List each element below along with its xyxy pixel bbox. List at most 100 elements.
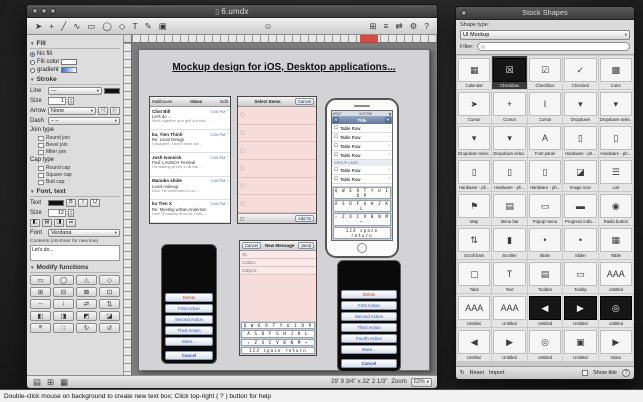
text-tool-icon[interactable]: T [131,21,138,32]
shape-cell[interactable]: ▭ Tooltip [563,260,597,293]
modify-icon-button[interactable]: ⊡ [99,287,120,297]
shape-cell[interactable]: ▯ Hardware - ph... [457,158,491,191]
no-fill-option[interactable]: No fill [30,51,120,57]
modify-icon-button[interactable]: ≡ [30,323,51,333]
pages-icon[interactable]: ▦ [59,377,69,388]
align-left-button[interactable]: ◧ [30,219,40,227]
smiley-shape-icon[interactable]: ☺ [263,21,274,32]
cap-type-option[interactable]: Butt cap [38,179,120,185]
mail-list-mockup[interactable]: Mailboxes Inbox Edit Clint Bill3:00 PM› … [149,96,231,224]
modify-icon-button[interactable]: ⊠ [76,287,97,297]
filter-search-input[interactable]: ◎ [477,42,630,51]
shape-type-dropdown[interactable]: UI Mockup▾ [460,30,630,40]
shape-cell[interactable]: ▭ Popup menu [528,192,562,225]
phone-action-sheet-mockup-2[interactable]: DeleteFirst ActionSecond ActionThird Act… [337,260,401,372]
rectangle-tool-icon[interactable]: ▭ [86,21,96,32]
grid-toggle-icon[interactable]: ⊞ [368,21,377,32]
refresh-icon[interactable]: ↻ [460,370,465,376]
shape-cell[interactable]: ☒ Checkbox [492,56,526,89]
shape-cell[interactable]: ▶ Video [599,328,633,361]
modify-icon-button[interactable]: ↕ [53,299,74,309]
shape-cell[interactable]: ▾ Dropdown selec... [599,90,633,123]
shape-cell[interactable]: ▯ Hardware - ph... [563,124,597,157]
fill-color-swatch[interactable] [61,59,77,65]
gradient-option[interactable]: gradient [30,67,120,73]
font-family-dropdown[interactable]: Verdana▾ [48,229,120,237]
settings-icon[interactable]: ⚙ [409,21,419,32]
grid-view-icon[interactable]: ⊞ [46,377,55,388]
shape-cell[interactable]: ◀ Untitled [457,328,491,361]
shape-cell[interactable]: ▯ Hardware - ph... [528,158,562,191]
modify-section-header[interactable]: ▼Modify functions [30,263,120,273]
shape-cell[interactable]: ▦ Calendar [457,56,491,89]
modify-icon-button[interactable]: △ [76,275,97,285]
phone-action-sheet-mockup-1[interactable]: DeleteFirst ActionSecond ActionThird Act… [161,244,217,364]
arrow-end-button[interactable]: ▷ [110,107,120,115]
modify-icon-button[interactable]: ◇ [99,275,120,285]
pen-tool-icon[interactable]: ✎ [144,21,153,32]
modify-icon-button[interactable]: ∷ [53,323,74,333]
shape-cell[interactable]: ⚑ Map [457,192,491,225]
iphone-mockup[interactable]: AT&T3:27 PM▮ <Title+ ☐Table Row›☐Table R… [325,98,399,258]
shape-cell[interactable]: ◎ Untitled [599,294,633,327]
shape-cell[interactable]: AAA Untitled [599,260,633,293]
join-type-option[interactable]: Round join [38,135,120,141]
arrow-dropdown[interactable]: None▾ [48,107,96,115]
close-button[interactable] [32,8,38,14]
shape-cell[interactable]: ▶ Untitled [563,294,597,327]
shape-cell[interactable]: ☰ List [599,158,633,191]
modify-icon-button[interactable]: ◩ [76,311,97,321]
ellipse-tool-icon[interactable]: ◯ [101,21,113,32]
shape-cell[interactable]: A Font panel [528,124,562,157]
shape-cell[interactable]: ▬ Progress indic... [563,192,597,225]
show-title-checkbox[interactable] [582,370,588,376]
shape-cell[interactable]: ◎ Untitled [528,328,562,361]
shape-cell[interactable]: ▯ Hardware - ph... [492,158,526,191]
shape-cell[interactable]: + Cursor [492,90,526,123]
shape-cell[interactable]: T Text [492,260,526,293]
page-heading[interactable]: Mockup design for iOS, Desktop applicati… [139,62,429,73]
modify-icon-button[interactable]: ⊟ [53,287,74,297]
italic-button[interactable]: I [78,199,88,207]
cap-type-option[interactable]: Round cap [38,165,120,171]
palette-titlebar[interactable]: Stock Shapes [456,7,634,20]
shape-cell[interactable]: ▣ Untitled [563,328,597,361]
align-justify-button[interactable]: ☰ [66,219,76,227]
dash-dropdown[interactable]: – –▾ [48,117,120,125]
help-icon[interactable]: ? [423,21,430,32]
arrow-start-button[interactable]: ◁ [98,107,108,115]
shape-cell[interactable]: ◉ Radio button [599,192,633,225]
shape-cell[interactable]: ➤ Cursor [457,90,491,123]
contents-textarea[interactable]: Let's do... [30,245,120,261]
reset-button[interactable]: Reset [470,370,484,376]
line-style-dropdown[interactable]: —▾ [48,87,102,95]
text-size-field[interactable]: 12 [48,209,66,217]
shape-cell[interactable]: ▾ Dropdown selec... [457,124,491,157]
shape-cell[interactable]: ▾ Dropdown [563,90,597,123]
fill-section-header[interactable]: ▼Fill [30,39,120,49]
text-color-swatch[interactable] [48,200,64,206]
modify-icon-button[interactable]: ↺ [99,323,120,333]
modify-icon-button[interactable]: ⇄ [76,299,97,309]
move-tool-icon[interactable]: + [48,21,55,32]
select-items-mockup[interactable]: Select Items Cancel ◯ ◯ ◯ ◯ ◯ ◯ ▢ [237,96,317,224]
join-type-option[interactable]: Bevel join [38,142,120,148]
cap-type-option[interactable]: Square cap [38,172,120,178]
shape-cell[interactable]: ▮ Scroller [492,226,526,259]
stroke-color-swatch[interactable] [104,88,120,94]
shape-cell[interactable]: AAA Untitled [457,294,491,327]
help-button[interactable]: ? [622,369,630,377]
shape-cell[interactable]: ▤ Menu bar [492,192,526,225]
import-button[interactable]: Import [489,370,505,376]
modify-icon-button[interactable]: ◧ [30,311,51,321]
shape-cell[interactable]: ◀ Untitled [528,294,562,327]
modify-icon-button[interactable]: ◯ [53,275,74,285]
shape-cell[interactable]: ▯ Hardware - ph... [599,124,633,157]
modify-icon-button[interactable]: ⊞ [30,287,51,297]
modify-icon-button[interactable]: ◨ [53,311,74,321]
bold-button[interactable]: B [66,199,76,207]
shape-cell[interactable]: ▾ Dropdown selec... [492,124,526,157]
join-type-option[interactable]: Miter join [38,149,120,155]
modify-icon-button[interactable]: ↔ [30,299,51,309]
font-section-header[interactable]: ▼Font, text [30,187,120,197]
